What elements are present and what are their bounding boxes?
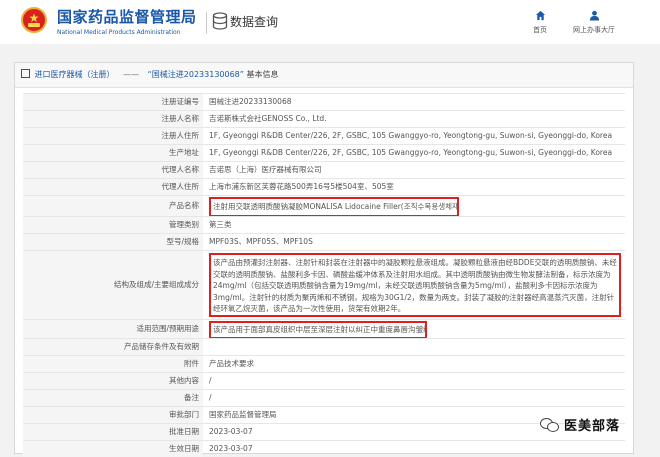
table-row: 管理类别 第三类 bbox=[23, 216, 625, 233]
table-row: 批准日期 2023-03-07 bbox=[23, 423, 625, 440]
table-row: 其他内容 / bbox=[23, 372, 625, 389]
field-value: 该产品由预灌封注射器、注射针和封装在注射器中的凝胶颗粒悬液组成。凝胶颗粒悬液由经… bbox=[209, 253, 621, 317]
home-icon bbox=[535, 10, 545, 21]
wechat-icon bbox=[540, 417, 559, 432]
field-label: 注册人名称 bbox=[23, 111, 203, 127]
table-row: 产品名称 注射用交联透明质酸钠凝胶MONALISA Lidocaine Fille… bbox=[23, 195, 625, 217]
field-label: 管理类别 bbox=[23, 217, 203, 233]
field-label: 结构及组成/主要组成成分 bbox=[23, 251, 203, 319]
table-row: 注册证编号 国械注进20233130068 bbox=[23, 93, 625, 110]
table-row: 结构及组成/主要组成成分 该产品由预灌封注射器、注射针和封装在注射器中的凝胶颗粒悬… bbox=[23, 250, 625, 319]
field-value: 产品技术要求 bbox=[209, 359, 254, 368]
table-row: 型号/规格 MPF03S、MPF05S、MPF10S bbox=[23, 233, 625, 250]
field-value: 上海市浦东新区芙蓉花路500弄16号5楼504室、505室 bbox=[209, 182, 394, 191]
field-label: 注册证编号 bbox=[23, 94, 203, 110]
list-icon bbox=[21, 69, 30, 78]
record-detail-table: 注册证编号 国械注进20233130068 注册人名称 吉诺斯株式会社GENOSS C… bbox=[23, 93, 625, 457]
table-row: 注册人住所 1F, Gyeonggi R&DB Center/226, 2F, G… bbox=[23, 127, 625, 144]
site-title[interactable]: 国家药品监督管理局 bbox=[57, 8, 197, 26]
breadcrumb: 进口医疗器械（注册） —— “国械注进20233130068” 基本信息 bbox=[15, 63, 633, 88]
field-label: 其他内容 bbox=[23, 373, 203, 389]
breadcrumb-suffix: 基本信息 bbox=[246, 70, 279, 79]
field-value: 吉诺斯株式会社GENOSS Co., Ltd. bbox=[209, 114, 327, 123]
breadcrumb-record: “国械注进20233130068” bbox=[147, 70, 244, 79]
breadcrumb-category[interactable]: 进口医疗器械（注册） bbox=[35, 70, 115, 79]
table-row: 代理人住所 上海市浦东新区芙蓉花路500弄16号5楼504室、505室 bbox=[23, 178, 625, 195]
field-label: 批准日期 bbox=[23, 424, 203, 440]
field-label: 型号/规格 bbox=[23, 234, 203, 250]
field-label: 适用范围/预期用途 bbox=[23, 320, 203, 338]
field-value: / bbox=[209, 393, 212, 402]
field-value: 第三类 bbox=[209, 220, 232, 229]
field-value: 1F, Gyeonggi R&DB Center/226, 2F, GSBC, … bbox=[209, 131, 613, 140]
table-row: 审批部门 国家药品监督管理局 bbox=[23, 406, 625, 423]
table-row: 生效日期 2023-03-07 bbox=[23, 440, 625, 457]
table-row: 生产地址 1F, Gyeonggi R&DB Center/226, 2F, GS… bbox=[23, 144, 625, 161]
table-row: 代理人名称 吉诺思（上海）医疗器械有限公司 bbox=[23, 161, 625, 178]
field-value: 该产品用于面部真皮组织中层至深层注射以纠正中重度鼻唇沟皱纹。 bbox=[209, 321, 427, 339]
table-row: 适用范围/预期用途 该产品用于面部真皮组织中层至深层注射以纠正中重度鼻唇沟皱纹。 bbox=[23, 319, 625, 339]
nav-online-service-label: 网上办事大厅 bbox=[573, 26, 615, 34]
field-value: MPF03S、MPF05S、MPF10S bbox=[209, 237, 313, 246]
database-icon bbox=[212, 12, 228, 30]
field-label: 注册人住所 bbox=[23, 128, 203, 144]
field-label: 生效日期 bbox=[23, 441, 203, 457]
watermark-text: 医美部落 bbox=[564, 418, 621, 434]
section-title: 数据查询 bbox=[230, 15, 279, 29]
field-value: 吉诺思（上海）医疗器械有限公司 bbox=[209, 165, 322, 174]
site-title-english: National Medical Products Administration bbox=[57, 29, 181, 36]
field-label: 审批部门 bbox=[23, 407, 203, 423]
field-label: 代理人名称 bbox=[23, 162, 203, 178]
field-value: 注射用交联透明质酸钠凝胶MONALISA Lidocaine Filler(조직… bbox=[209, 197, 459, 217]
field-label: 附件 bbox=[23, 356, 203, 372]
field-label: 生产地址 bbox=[23, 145, 203, 161]
header-divider bbox=[206, 12, 207, 34]
table-row: 产品储存条件及有效期 bbox=[23, 338, 625, 355]
field-label: 备注 bbox=[23, 390, 203, 406]
field-value: 2023-03-07 bbox=[209, 444, 253, 453]
field-value: 1F, Gyeonggi R&DB Center/226, 2F, GSBC, … bbox=[209, 148, 613, 157]
table-row: 注册人名称 吉诺斯株式会社GENOSS Co., Ltd. bbox=[23, 110, 625, 127]
watermark: 医美部落 bbox=[540, 414, 620, 434]
breadcrumb-separator: —— bbox=[123, 70, 140, 79]
table-row: 附件 产品技术要求 bbox=[23, 355, 625, 372]
user-icon bbox=[589, 10, 599, 21]
field-label: 代理人住所 bbox=[23, 179, 203, 195]
nav-online-service[interactable]: 网上办事大厅 bbox=[566, 10, 622, 35]
record-panel: 进口医疗器械（注册） —— “国械注进20233130068” 基本信息 注册证… bbox=[14, 62, 634, 457]
field-value: / bbox=[209, 376, 212, 385]
field-value: 国械注进20233130068 bbox=[209, 97, 292, 106]
field-label: 产品名称 bbox=[23, 196, 203, 216]
nav-home[interactable]: 首页 bbox=[522, 10, 558, 35]
site-header: ★ 国家药品监督管理局 National Medical Products Ad… bbox=[0, 0, 660, 44]
table-row: 备注 / bbox=[23, 389, 625, 406]
nav-home-label: 首页 bbox=[533, 26, 547, 34]
national-emblem-logo: ★ bbox=[21, 7, 47, 33]
field-label: 产品储存条件及有效期 bbox=[23, 339, 203, 355]
